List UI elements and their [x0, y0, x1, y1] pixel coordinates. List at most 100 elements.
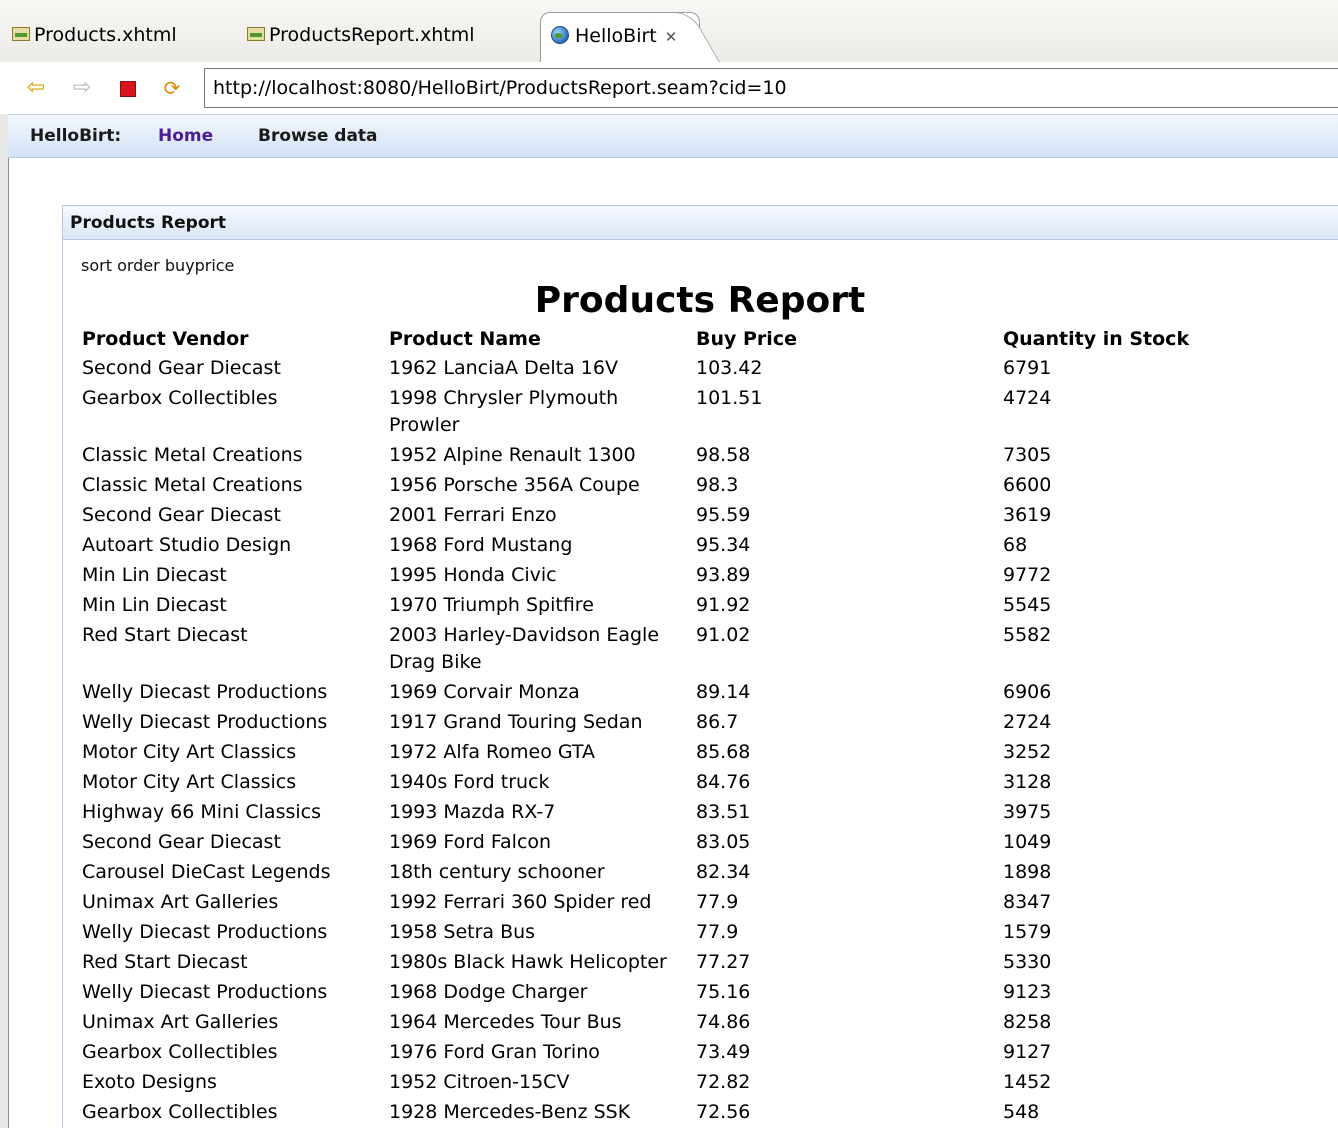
cell-quantity: 6906 [1003, 681, 1052, 703]
cell-buy-price: 77.27 [696, 951, 751, 973]
close-icon[interactable]: ✕ [665, 28, 678, 46]
cell-vendor: Welly Diecast Productions [82, 681, 328, 703]
cell-quantity: 5545 [1003, 594, 1052, 616]
cell-quantity: 9123 [1003, 981, 1052, 1003]
cell-vendor: Red Start Diecast [82, 624, 248, 646]
cell-vendor: Welly Diecast Productions [82, 921, 328, 943]
cell-vendor: Motor City Art Classics [82, 771, 297, 793]
cell-buy-price: 83.05 [696, 831, 751, 853]
cell-product-name: 1995 Honda Civic [389, 564, 557, 586]
cell-vendor: Exoto Designs [82, 1071, 217, 1093]
table-row: Min Lin Diecast 1995 Honda Civic 93.89 9772 [76, 561, 1336, 591]
cell-product-name: 1969 Ford Falcon [389, 831, 552, 853]
cell-quantity: 68 [1003, 534, 1028, 556]
table-row: Second Gear Diecast 1962 LanciaA Delta 16… [76, 354, 1336, 384]
cell-buy-price: 101.51 [696, 387, 763, 409]
cell-vendor: Classic Metal Creations [82, 474, 303, 496]
table-body: Second Gear Diecast 1962 LanciaA Delta 16… [76, 354, 1336, 1128]
table-row: Unimax Art Galleries 1992 Ferrari 360 Spi… [76, 888, 1336, 918]
cell-product-name: 1968 Dodge Charger [389, 981, 588, 1003]
cell-quantity: 6791 [1003, 357, 1052, 379]
cell-buy-price: 95.59 [696, 504, 751, 526]
cell-vendor: Highway 66 Mini Classics [82, 801, 321, 823]
cell-quantity: 5330 [1003, 951, 1052, 973]
cell-vendor: Unimax Art Galleries [82, 891, 279, 913]
cell-product-name: 1980s Black Hawk Helicopter [389, 951, 667, 973]
window-left-edge [0, 114, 9, 1128]
cell-product-name: 1998 Chrysler Plymouth Prowler [389, 387, 619, 436]
nav-browse-data-link[interactable]: Browse data [258, 115, 378, 157]
cell-vendor: Red Start Diecast [82, 951, 248, 973]
cell-vendor: Carousel DieCast Legends [82, 861, 331, 883]
cell-quantity: 9772 [1003, 564, 1052, 586]
table-row: Gearbox Collectibles 1928 Mercedes-Benz S… [76, 1098, 1336, 1128]
table-row: Classic Metal Creations 1956 Porsche 356A… [76, 471, 1336, 501]
cell-quantity: 1579 [1003, 921, 1052, 943]
table-row: Welly Diecast Productions 1968 Dodge Char… [76, 978, 1336, 1008]
xhtml-file-icon [12, 27, 30, 41]
editor-tab-strip: Products.xhtml ProductsReport.xhtml Hell… [0, 0, 1338, 63]
stop-icon[interactable] [116, 76, 140, 100]
cell-buy-price: 77.9 [696, 891, 739, 913]
column-header-vendor: Product Vendor [82, 328, 249, 350]
cell-product-name: 1928 Mercedes-Benz SSK [389, 1101, 631, 1123]
cell-buy-price: 72.82 [696, 1071, 751, 1093]
products-table: Product Vendor Product Name Buy Price Qu… [76, 324, 1336, 1128]
cell-quantity: 1452 [1003, 1071, 1052, 1093]
url-input[interactable]: http://localhost:8080/HelloBirt/Products… [204, 68, 1338, 108]
cell-vendor: Second Gear Diecast [82, 357, 281, 379]
table-row: Autoart Studio Design 1968 Ford Mustang 95… [76, 531, 1336, 561]
tab-hellobirt[interactable]: HelloBirt ✕ [540, 12, 700, 63]
cell-quantity: 8258 [1003, 1011, 1052, 1033]
cell-product-name: 1969 Corvair Monza [389, 681, 580, 703]
cell-product-name: 1940s Ford truck [389, 771, 550, 793]
cell-quantity: 548 [1003, 1101, 1040, 1123]
table-row: Exoto Designs 1952 Citroen-15CV 72.82 1452 [76, 1068, 1336, 1098]
table-row: Red Start Diecast 2003 Harley-Davidson Ea… [76, 621, 1336, 678]
back-icon[interactable]: ⇦ [24, 76, 48, 100]
cell-product-name: 1958 Setra Bus [389, 921, 536, 943]
cell-buy-price: 74.86 [696, 1011, 751, 1033]
nav-home-link[interactable]: Home [158, 115, 213, 157]
cell-quantity: 7305 [1003, 444, 1052, 466]
table-row: Motor City Art Classics 1940s Ford truck 8… [76, 768, 1336, 798]
cell-quantity: 3128 [1003, 771, 1052, 793]
cell-quantity: 3619 [1003, 504, 1052, 526]
cell-product-name: 1993 Mazda RX-7 [389, 801, 556, 823]
cell-vendor: Welly Diecast Productions [82, 981, 328, 1003]
cell-vendor: Min Lin Diecast [82, 564, 227, 586]
cell-buy-price: 98.58 [696, 444, 751, 466]
tab-label: Products.xhtml [34, 24, 177, 46]
cell-quantity: 1049 [1003, 831, 1052, 853]
xhtml-file-icon [247, 27, 265, 41]
cell-quantity: 8347 [1003, 891, 1052, 913]
cell-buy-price: 86.7 [696, 711, 739, 733]
table-row: Classic Metal Creations 1952 Alpine Renau… [76, 441, 1336, 471]
forward-icon[interactable]: ⇨ [70, 76, 94, 100]
browser-toolbar: ⇦ ⇨ ⟳ http://localhost:8080/HelloBirt/Pr… [0, 62, 1338, 114]
cell-product-name: 1976 Ford Gran Torino [389, 1041, 600, 1063]
cell-buy-price: 91.92 [696, 594, 751, 616]
cell-quantity: 9127 [1003, 1041, 1052, 1063]
refresh-icon[interactable]: ⟳ [160, 76, 184, 100]
tab-products-xhtml[interactable]: Products.xhtml [12, 12, 177, 62]
app-nav-bar: HelloBirt: Home Browse data [8, 114, 1338, 158]
globe-icon [551, 26, 569, 44]
table-header-row: Product Vendor Product Name Buy Price Qu… [76, 324, 1336, 354]
cell-product-name: 1972 Alfa Romeo GTA [389, 741, 596, 763]
tab-label: ProductsReport.xhtml [269, 24, 475, 46]
cell-vendor: Gearbox Collectibles [82, 1101, 278, 1123]
column-header-buy-price: Buy Price [696, 328, 797, 350]
tab-productsreport-xhtml[interactable]: ProductsReport.xhtml [247, 12, 475, 62]
cell-vendor: Gearbox Collectibles [82, 1041, 278, 1063]
app-brand: HelloBirt: [30, 126, 122, 146]
table-row: Unimax Art Galleries 1964 Mercedes Tour B… [76, 1008, 1336, 1038]
cell-product-name: 1952 Alpine Renault 1300 [389, 444, 636, 466]
cell-vendor: Welly Diecast Productions [82, 711, 328, 733]
cell-vendor: Second Gear Diecast [82, 831, 281, 853]
cell-product-name: 1970 Triumph Spitfire [389, 594, 594, 616]
cell-vendor: Min Lin Diecast [82, 594, 227, 616]
column-header-name: Product Name [389, 328, 541, 350]
table-row: Red Start Diecast 1980s Black Hawk Helico… [76, 948, 1336, 978]
cell-quantity: 4724 [1003, 387, 1052, 409]
